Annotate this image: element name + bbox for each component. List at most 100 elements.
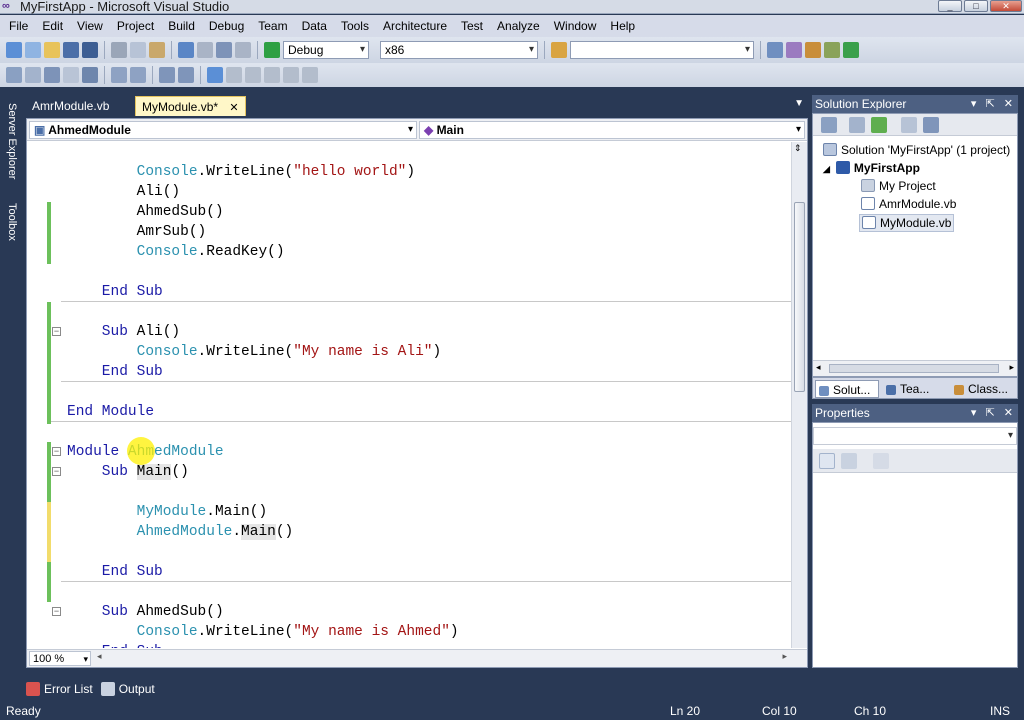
tab-output[interactable]: Output: [100, 679, 155, 699]
panel-controls[interactable]: ▾ ⇱ ✕: [971, 95, 1016, 113]
undo-icon[interactable]: [178, 42, 194, 58]
categorized-icon[interactable]: [819, 453, 835, 469]
zoom-combo[interactable]: 100 %: [29, 651, 91, 666]
scroll-left-icon[interactable]: ◂: [816, 362, 821, 373]
menu-test[interactable]: Test: [454, 15, 490, 37]
code-line[interactable]: End Sub: [67, 362, 163, 382]
active-files-dropdown-icon[interactable]: ▼: [794, 98, 804, 109]
close-window-button[interactable]: ✕: [990, 0, 1022, 12]
display-object-member-list-icon[interactable]: [6, 67, 22, 83]
next-bookmark-in-folder-icon[interactable]: [283, 67, 299, 83]
code-editor[interactable]: ▣ AhmedModule ◆ Main − − − − Console.Wri…: [26, 118, 808, 668]
code-line[interactable]: AhmedSub(): [67, 202, 224, 222]
solution-explorer-icon[interactable]: [767, 42, 783, 58]
scroll-left-icon[interactable]: ◂: [97, 651, 102, 662]
code-line[interactable]: End Module: [67, 402, 154, 422]
toolbox-tab[interactable]: Toolbox: [2, 203, 18, 241]
scroll-right-icon[interactable]: ▸: [1009, 362, 1014, 373]
split-handle-icon[interactable]: ⇕: [794, 144, 802, 153]
cut-icon[interactable]: [111, 42, 127, 58]
tab-amrmodule[interactable]: AmrModule.vb: [26, 96, 115, 116]
menu-file[interactable]: File: [2, 15, 35, 37]
code-line[interactable]: Console.WriteLine("My name is Ali"): [67, 342, 442, 362]
start-debugging-icon[interactable]: [264, 42, 280, 58]
quick-info-icon[interactable]: [44, 67, 60, 83]
properties-object-combo[interactable]: [813, 427, 1017, 445]
next-bookmark-icon[interactable]: [245, 67, 261, 83]
find-in-files-icon[interactable]: [551, 42, 567, 58]
menu-architecture[interactable]: Architecture: [376, 15, 454, 37]
refresh-icon[interactable]: [871, 117, 887, 133]
code-line[interactable]: End Sub: [67, 562, 163, 582]
copy-icon[interactable]: [130, 42, 146, 58]
menu-project[interactable]: Project: [110, 15, 161, 37]
code-line[interactable]: MyModule.Main(): [67, 502, 268, 522]
outline-collapse-icon[interactable]: −: [52, 447, 61, 456]
solution-horizontal-scrollbar[interactable]: ◂ ▸: [813, 360, 1017, 376]
parameter-info-icon[interactable]: [25, 67, 41, 83]
scrollbar-thumb[interactable]: [794, 202, 805, 392]
increase-indent-icon[interactable]: [111, 67, 127, 83]
uncomment-icon[interactable]: [178, 67, 194, 83]
show-all-files-icon[interactable]: [849, 117, 865, 133]
code-line[interactable]: End Sub: [67, 642, 163, 648]
tab-solution-explorer[interactable]: Solut...: [815, 380, 879, 398]
clear-bookmarks-icon[interactable]: [302, 67, 318, 83]
menu-team[interactable]: Team: [251, 15, 294, 37]
code-line[interactable]: Console.WriteLine("My name is Ahmed"): [67, 622, 459, 642]
menu-window[interactable]: Window: [547, 15, 604, 37]
start-page-icon[interactable]: [843, 42, 859, 58]
menu-analyze[interactable]: Analyze: [490, 15, 547, 37]
vertical-scrollbar[interactable]: ⇕: [791, 142, 807, 648]
navigate-forward-icon[interactable]: [235, 42, 251, 58]
alphabetical-icon[interactable]: [841, 453, 857, 469]
comment-out-icon[interactable]: [159, 67, 175, 83]
decrease-indent-icon[interactable]: [82, 67, 98, 83]
previous-bookmark-icon[interactable]: [226, 67, 242, 83]
solution-configuration-combo[interactable]: Debug: [283, 41, 369, 59]
scrollbar-thumb[interactable]: [829, 364, 999, 373]
outline-collapse-icon[interactable]: −: [52, 327, 61, 336]
tab-class-view[interactable]: Class...: [951, 380, 1017, 398]
code-area[interactable]: − − − − Console.WriteLine("hello world")…: [27, 142, 792, 648]
previous-bookmark-in-folder-icon[interactable]: [264, 67, 280, 83]
menu-help[interactable]: Help: [603, 15, 642, 37]
add-item-icon[interactable]: [25, 42, 41, 58]
class-diagram-icon[interactable]: [923, 117, 939, 133]
menu-debug[interactable]: Debug: [202, 15, 251, 37]
tab-mymodule[interactable]: MyModule.vb* ✕: [135, 96, 246, 116]
code-line[interactable]: Sub AhmedSub(): [67, 602, 224, 622]
save-icon[interactable]: [63, 42, 79, 58]
properties-window-icon[interactable]: [786, 42, 802, 58]
solution-node[interactable]: Solution 'MyFirstApp' (1 project): [823, 142, 1010, 158]
find-combo[interactable]: [570, 41, 754, 59]
solution-item-amrmodule[interactable]: AmrModule.vb: [861, 196, 956, 212]
menu-edit[interactable]: Edit: [35, 15, 70, 37]
solution-item-my-project[interactable]: My Project: [861, 178, 936, 194]
expand-arrow-icon[interactable]: ◢: [823, 164, 830, 174]
object-browser-icon[interactable]: [805, 42, 821, 58]
menu-view[interactable]: View: [70, 15, 110, 37]
project-node[interactable]: ◢ MyFirstApp: [823, 160, 920, 177]
outdent-icon[interactable]: [130, 67, 146, 83]
property-pages-icon[interactable]: [873, 453, 889, 469]
outline-collapse-icon[interactable]: −: [52, 467, 61, 476]
complete-word-icon[interactable]: [63, 67, 79, 83]
code-line[interactable]: Console.WriteLine("hello world"): [67, 162, 415, 182]
code-line[interactable]: Console.ReadKey(): [67, 242, 285, 262]
menu-tools[interactable]: Tools: [334, 15, 376, 37]
save-all-icon[interactable]: [82, 42, 98, 58]
code-line[interactable]: Sub Main(): [67, 462, 189, 482]
paste-icon[interactable]: [149, 42, 165, 58]
code-line[interactable]: Sub Ali(): [67, 322, 180, 342]
server-explorer-tab[interactable]: Server Explorer: [2, 103, 18, 179]
menu-data[interactable]: Data: [295, 15, 334, 37]
panel-controls[interactable]: ▾ ⇱ ✕: [971, 404, 1016, 422]
scroll-right-icon[interactable]: ▸: [782, 651, 787, 662]
solution-item-mymodule[interactable]: MyModule.vb: [859, 214, 955, 232]
tab-error-list[interactable]: Error List: [26, 679, 93, 699]
code-line[interactable]: Ali(): [67, 182, 181, 202]
properties-icon[interactable]: [821, 117, 837, 133]
types-combo[interactable]: ▣ AhmedModule: [29, 121, 417, 139]
new-project-icon[interactable]: [6, 42, 22, 58]
